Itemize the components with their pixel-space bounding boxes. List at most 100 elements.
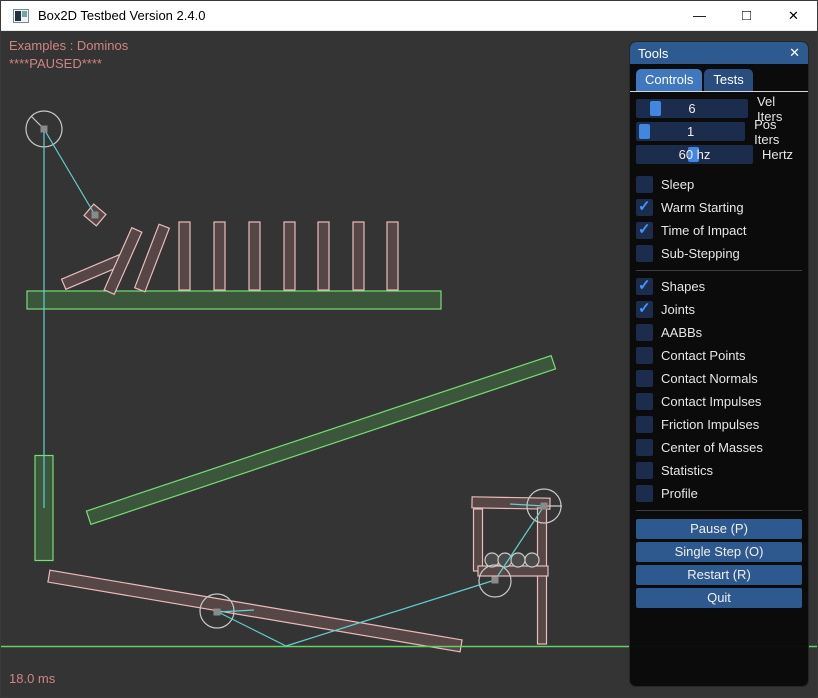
example-label: Examples : Dominos [9, 38, 128, 53]
checkbox-center-of-masses[interactable]: Center of Masses [636, 436, 802, 459]
checkbox-box-friction-impulses[interactable] [636, 416, 653, 433]
checkbox-box-joints[interactable]: ✓ [636, 301, 653, 318]
checkbox-statistics[interactable]: Statistics [636, 459, 802, 482]
tab-tests[interactable]: Tests [704, 69, 752, 91]
checkbox-contact-normals[interactable]: Contact Normals [636, 367, 802, 390]
frame-time-label: 18.0 ms [9, 671, 55, 686]
panel-body: 6Vel Iters1Pos Iters60 hzHertz Sleep✓War… [630, 92, 808, 608]
checkbox-label-center-of-masses: Center of Masses [661, 440, 763, 455]
checkbox-sleep[interactable]: Sleep [636, 173, 802, 196]
checkbox-box-sub-stepping[interactable] [636, 245, 653, 262]
button-section: Pause (P) Single Step (O) Restart (R) Quit [636, 511, 802, 608]
restart-r-button[interactable]: Restart (R) [636, 565, 802, 585]
checkbox-label-warm-starting: Warm Starting [661, 200, 744, 215]
checkbox-box-contact-impulses[interactable] [636, 393, 653, 410]
checkbox-profile[interactable]: Profile [636, 482, 802, 505]
dynamic-body-8 [353, 222, 364, 290]
joint-anchor-2 [214, 609, 221, 616]
joint-anchor-0 [41, 126, 48, 133]
panel-close-icon[interactable]: ✕ [789, 45, 800, 61]
checkbox-label-contact-normals: Contact Normals [661, 371, 758, 386]
checkbox-box-time-of-impact[interactable]: ✓ [636, 222, 653, 239]
single-step-o-button[interactable]: Single Step (O) [636, 542, 802, 562]
window-title: Box2D Testbed Version 2.4.0 [38, 8, 205, 23]
dynamic-body-12 [472, 497, 550, 509]
checkbox-label-contact-impulses: Contact Impulses [661, 394, 761, 409]
checkbox-group-1: Sleep ✓ Warm Starting ✓ Time of Impact Sub-St… [636, 169, 802, 271]
checkbox-label-sleep: Sleep [661, 177, 694, 192]
dynamic-body-9 [387, 222, 398, 290]
checkbox-label-contact-points: Contact Points [661, 348, 746, 363]
joint-anchor-3 [492, 577, 499, 584]
checkbox-label-time-of-impact: Time of Impact [661, 223, 746, 238]
slider-label-pos-iters: Pos Iters [754, 117, 802, 147]
panel-titlebar[interactable]: Tools ✕ [630, 42, 808, 64]
check-icon: ✓ [638, 299, 651, 317]
checkbox-label-friction-impulses: Friction Impulses [661, 417, 759, 432]
checkbox-box-shapes[interactable]: ✓ [636, 278, 653, 295]
quit-button[interactable]: Quit [636, 588, 802, 608]
checkbox-box-profile[interactable] [636, 485, 653, 502]
dynamic-body-3 [179, 222, 190, 290]
dynamic-body-11 [48, 570, 462, 652]
dynamic-body-6 [284, 222, 295, 290]
window-titlebar[interactable]: Box2D Testbed Version 2.4.0 — □ ✕ [1, 1, 817, 31]
pause-p-button[interactable]: Pause (P) [636, 519, 802, 539]
checkbox-box-statistics[interactable] [636, 462, 653, 479]
dynamic-body-15 [478, 566, 548, 576]
checkbox-label-joints: Joints [661, 302, 695, 317]
slider-row-pos-iters: 1Pos Iters [636, 120, 802, 143]
dynamic-body-5 [249, 222, 260, 290]
checkbox-aabbs[interactable]: AABBs [636, 321, 802, 344]
checkbox-label-shapes: Shapes [661, 279, 705, 294]
check-icon: ✓ [638, 197, 651, 215]
slider-label-hertz: Hertz [762, 147, 793, 162]
slider-handle-vel-iters[interactable] [650, 101, 661, 116]
checkbox-contact-impulses[interactable]: Contact Impulses [636, 390, 802, 413]
checkbox-label-sub-stepping: Sub-Stepping [661, 246, 740, 261]
dynamic-body-7 [318, 222, 329, 290]
check-icon: ✓ [638, 220, 651, 238]
tab-bar: ControlsTests [630, 64, 808, 92]
checkbox-label-aabbs: AABBs [661, 325, 702, 340]
minimize-button[interactable]: — [676, 1, 723, 31]
slider-handle-pos-iters[interactable] [639, 124, 650, 139]
checkbox-friction-impulses[interactable]: Friction Impulses [636, 413, 802, 436]
slider-hertz[interactable]: 60 hz [636, 145, 753, 164]
slider-row-hertz: 60 hz Hertz [636, 143, 802, 166]
checkbox-box-sleep[interactable] [636, 176, 653, 193]
joint-anchor-1 [92, 212, 99, 219]
app-window: Box2D Testbed Version 2.4.0 — □ ✕ Exampl… [0, 0, 818, 698]
paused-label: ****PAUSED**** [9, 56, 102, 71]
static-body-0 [27, 291, 441, 309]
checkbox-shapes[interactable]: ✓ Shapes [636, 275, 802, 298]
checkbox-group-2: ✓ Shapes ✓ Joints AABBs Contact Points Contact… [636, 271, 802, 511]
checkbox-contact-points[interactable]: Contact Points [636, 344, 802, 367]
checkbox-warm-starting[interactable]: ✓ Warm Starting [636, 196, 802, 219]
checkbox-time-of-impact[interactable]: ✓ Time of Impact [636, 219, 802, 242]
checkbox-label-profile: Profile [661, 486, 698, 501]
check-icon: ✓ [638, 276, 651, 294]
slider-vel-iters[interactable]: 6 [636, 99, 748, 118]
slider-value-hertz: 60 hz [679, 147, 711, 162]
checkbox-box-contact-points[interactable] [636, 347, 653, 364]
slider-section: 6Vel Iters1Pos Iters60 hzHertz [636, 97, 802, 166]
ball-3 [525, 553, 539, 567]
checkbox-joints[interactable]: ✓ Joints [636, 298, 802, 321]
checkbox-box-warm-starting[interactable]: ✓ [636, 199, 653, 216]
tab-controls[interactable]: Controls [636, 69, 702, 91]
checkbox-box-contact-normals[interactable] [636, 370, 653, 387]
maximize-button[interactable]: □ [723, 1, 770, 31]
dynamic-body-4 [214, 222, 225, 290]
checkbox-box-aabbs[interactable] [636, 324, 653, 341]
tools-panel: Tools ✕ ControlsTests 6Vel Iters1Pos Ite… [629, 41, 809, 687]
checkbox-sub-stepping[interactable]: Sub-Stepping [636, 242, 802, 265]
joint-anchor-4 [541, 503, 548, 510]
close-button[interactable]: ✕ [770, 1, 817, 31]
joint-line-1 [44, 129, 95, 215]
checkbox-box-center-of-masses[interactable] [636, 439, 653, 456]
panel-title: Tools [638, 46, 789, 61]
slider-value-pos-iters: 1 [687, 124, 694, 139]
slider-pos-iters[interactable]: 1 [636, 122, 745, 141]
ball-2 [511, 553, 525, 567]
